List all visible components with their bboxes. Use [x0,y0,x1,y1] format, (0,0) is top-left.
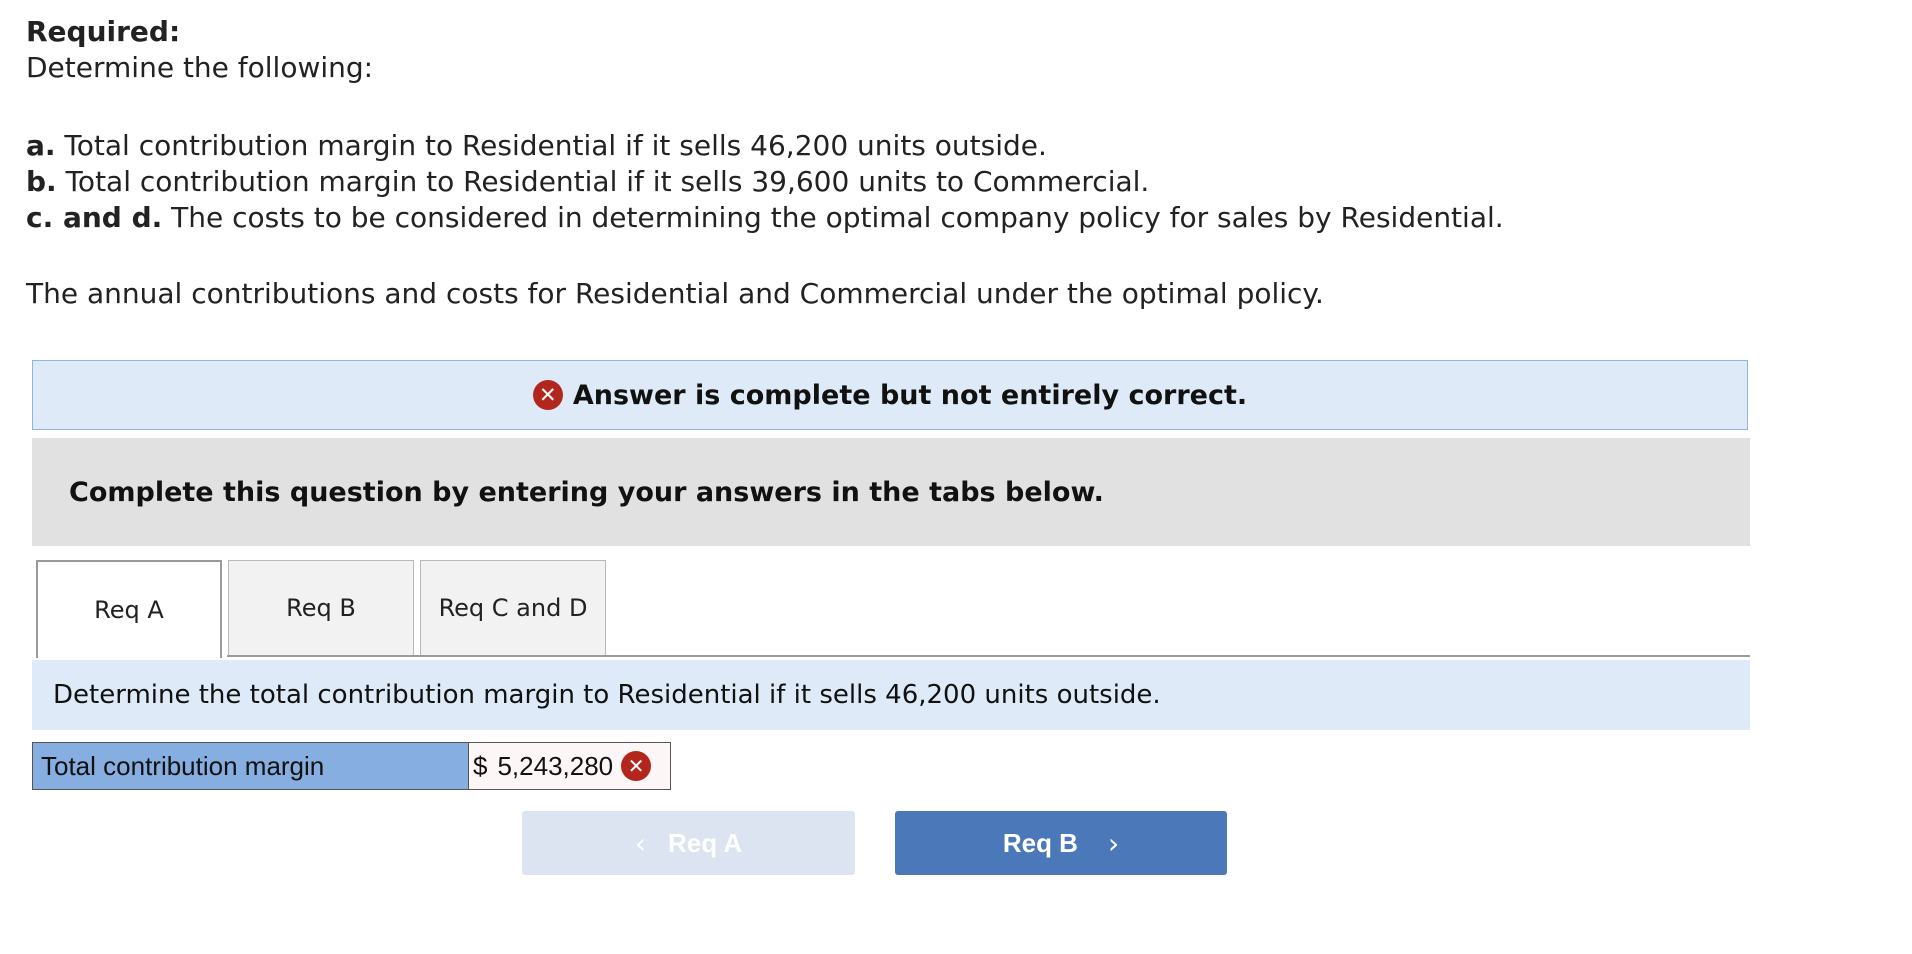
answer-value: 5,243,280 [497,750,614,781]
tab-label: Req C and D [438,594,588,622]
x-circle-icon: ✕ [621,751,652,781]
answer-label: Total contribution margin [32,742,469,790]
tab-req-a[interactable]: Req A [36,560,222,658]
answer-row: Total contribution margin $ 5,243,280 ✕ [32,742,671,790]
instruction-text: Complete this question by entering your … [69,476,1104,508]
previous-tab-button[interactable]: ‹ Req A [522,811,855,875]
answer-input[interactable]: $ 5,243,280 ✕ [469,742,671,790]
question-intro: Required: Determine the following: a. To… [26,14,1726,312]
instruction-box: Complete this question by entering your … [32,438,1750,546]
tab-req-c-and-d[interactable]: Req C and D [420,560,606,656]
feedback-banner: ✕ Answer is complete but not entirely co… [32,360,1748,430]
requirement-b: b. Total contribution margin to Resident… [26,165,1150,198]
tabs-divider [227,655,1750,657]
question-text: Determine the total contribution margin … [53,680,1161,710]
feedback-message: Answer is complete but not entirely corr… [572,379,1248,411]
previous-tab-label: Req A [668,827,743,858]
requirement-c-d: c. and d. The costs to be considered in … [26,201,1504,234]
chevron-right-icon: › [1107,826,1120,860]
tab-label: Req A [94,596,164,624]
tab-req-b[interactable]: Req B [228,560,414,656]
requirement-tabs: Req A Req B Req C and D [36,560,606,658]
question-prompt: Determine the total contribution margin … [32,660,1750,730]
currency-symbol: $ [473,750,488,781]
tab-label: Req B [286,594,356,622]
chevron-left-icon: ‹ [634,826,647,860]
x-circle-icon: ✕ [532,380,563,410]
requirement-a: a. Total contribution margin to Resident… [26,129,1047,162]
determine-text: Determine the following: [26,51,374,84]
next-tab-button[interactable]: Req B › [895,811,1227,875]
next-tab-label: Req B [1002,827,1078,858]
closing-text: The annual contributions and costs for R… [26,277,1324,310]
answer-label-text: Total contribution margin [41,750,325,781]
required-label: Required: [26,15,181,48]
